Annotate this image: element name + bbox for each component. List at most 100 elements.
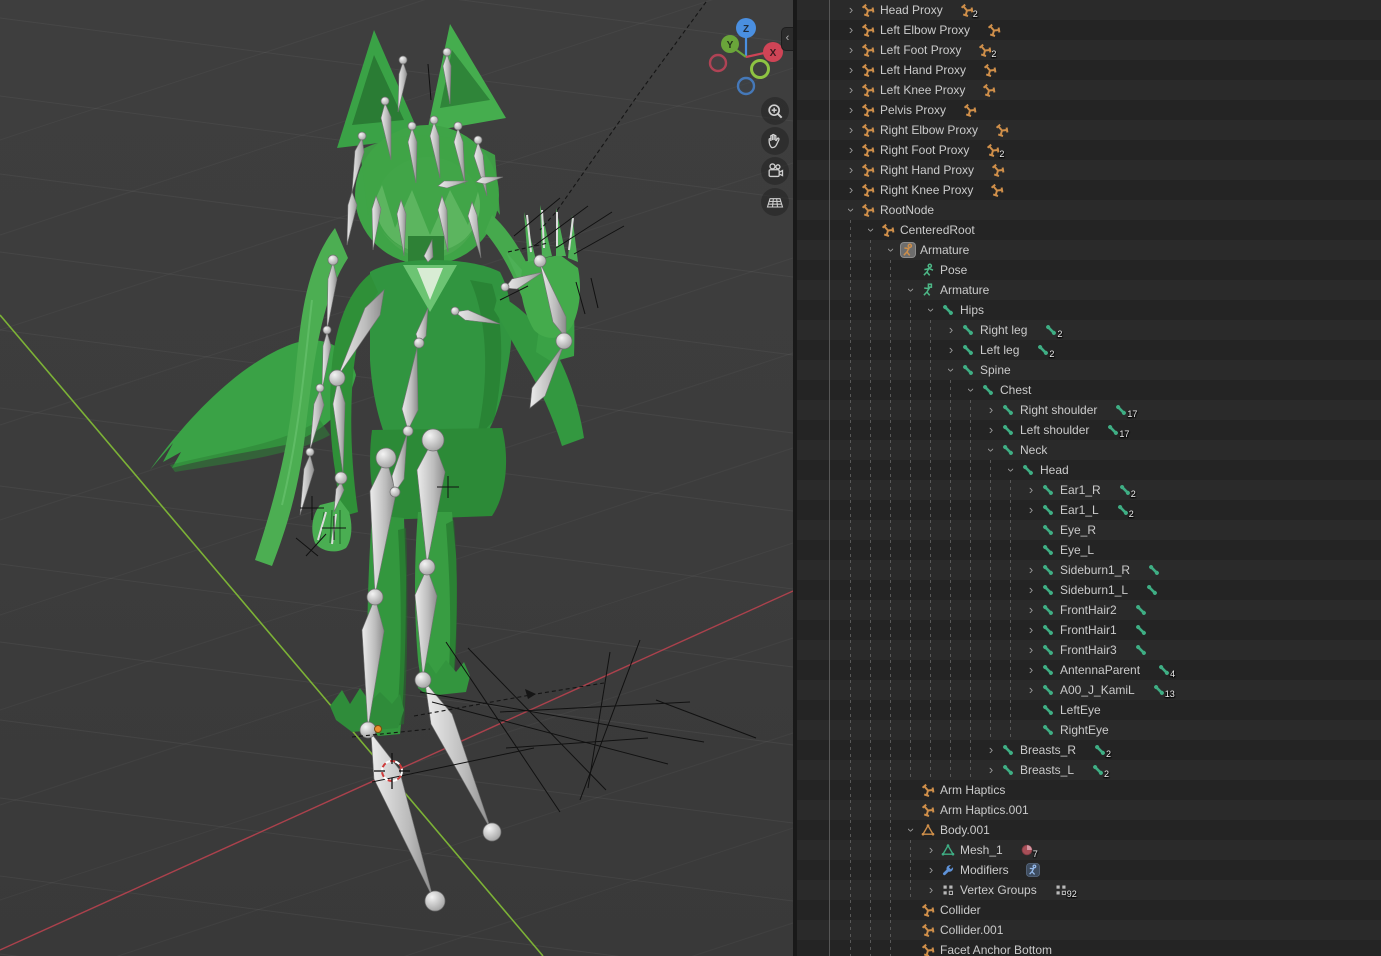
outliner-row[interactable]: › AntennaParent 4 (797, 660, 1381, 680)
expand-chevron[interactable]: › (843, 162, 859, 178)
outliner-row[interactable]: › Hips (797, 300, 1381, 320)
outliner-item-label[interactable]: Breasts_R (1020, 743, 1076, 757)
outliner-row[interactable]: Pose (797, 260, 1381, 280)
outliner-row[interactable]: › Breasts_L 2 (797, 760, 1381, 780)
outliner-item-label[interactable]: A00_J_KamiL (1060, 683, 1135, 697)
outliner-row[interactable]: › Head Proxy 2 (797, 0, 1381, 20)
outliner-row[interactable]: Facet Anchor Bottom (797, 940, 1381, 956)
expand-chevron[interactable]: › (923, 302, 939, 318)
pan-button[interactable] (761, 127, 789, 155)
expand-chevron[interactable]: › (943, 342, 959, 358)
outliner-row[interactable]: › Mesh_1 7 (797, 840, 1381, 860)
expand-chevron[interactable]: › (923, 842, 939, 858)
expand-chevron[interactable]: › (943, 322, 959, 338)
outliner-item-label[interactable]: Left shoulder (1020, 423, 1089, 437)
outliner-item-label[interactable]: Right leg (980, 323, 1027, 337)
outliner-item-label[interactable]: Ear1_R (1060, 483, 1101, 497)
expand-chevron[interactable]: › (843, 62, 859, 78)
expand-chevron[interactable]: › (883, 242, 899, 258)
outliner-row[interactable]: › A00_J_KamiL 13 (797, 680, 1381, 700)
camera-view-button[interactable] (761, 157, 789, 185)
navigation-gizmo[interactable]: Z Y X (695, 5, 793, 109)
gizmo-axis-z-neg[interactable] (738, 78, 754, 94)
outliner-row[interactable]: › Left Foot Proxy 2 (797, 40, 1381, 60)
outliner-row[interactable]: › Right Knee Proxy (797, 180, 1381, 200)
outliner-item-label[interactable]: Right Hand Proxy (880, 163, 974, 177)
outliner-row[interactable]: › Left leg 2 (797, 340, 1381, 360)
outliner-row[interactable]: › Body.001 (797, 820, 1381, 840)
expand-chevron[interactable]: › (863, 222, 879, 238)
outliner-item-label[interactable]: Pose (940, 263, 967, 277)
outliner-item-label[interactable]: AntennaParent (1060, 663, 1140, 677)
outliner-item-label[interactable]: Arm Haptics.001 (940, 803, 1029, 817)
outliner-row[interactable]: › Right leg 2 (797, 320, 1381, 340)
outliner-row[interactable]: › Right Foot Proxy 2 (797, 140, 1381, 160)
outliner-item-label[interactable]: Left Hand Proxy (880, 63, 966, 77)
outliner-row[interactable]: RightEye (797, 720, 1381, 740)
outliner-item-label[interactable]: Arm Haptics (940, 783, 1005, 797)
outliner-row[interactable]: › Chest (797, 380, 1381, 400)
gizmo-axis-x-neg[interactable] (710, 55, 726, 71)
expand-chevron[interactable]: › (843, 142, 859, 158)
outliner-row[interactable]: › Vertex Groups 92 (797, 880, 1381, 900)
expand-chevron[interactable]: › (1023, 602, 1039, 618)
expand-chevron[interactable]: › (1023, 482, 1039, 498)
outliner-row[interactable]: Collider (797, 900, 1381, 920)
outliner-item-label[interactable]: Head Proxy (880, 3, 943, 17)
panel-collapse-arrow[interactable]: ‹ (781, 27, 793, 51)
outliner-item-label[interactable]: CenteredRoot (900, 223, 975, 237)
expand-chevron[interactable]: › (843, 42, 859, 58)
expand-chevron[interactable]: › (903, 822, 919, 838)
expand-chevron[interactable]: › (963, 382, 979, 398)
expand-chevron[interactable]: › (1023, 682, 1039, 698)
outliner-item-label[interactable]: Left leg (980, 343, 1019, 357)
outliner-row[interactable]: › Sideburn1_R (797, 560, 1381, 580)
outliner-item-label[interactable]: Chest (1000, 383, 1031, 397)
outliner-item-label[interactable]: Breasts_L (1020, 763, 1074, 777)
outliner-row[interactable]: Arm Haptics.001 (797, 800, 1381, 820)
outliner-item-label[interactable]: Neck (1020, 443, 1047, 457)
outliner-item-label[interactable]: Body.001 (940, 823, 990, 837)
expand-chevron[interactable]: › (1023, 562, 1039, 578)
outliner-item-label[interactable]: FrontHair3 (1060, 643, 1117, 657)
expand-chevron[interactable]: › (843, 202, 859, 218)
expand-chevron[interactable]: › (843, 102, 859, 118)
outliner-item-label[interactable]: Right Foot Proxy (880, 143, 969, 157)
outliner-row[interactable]: › Right Hand Proxy (797, 160, 1381, 180)
outliner-row[interactable]: Arm Haptics (797, 780, 1381, 800)
outliner-item-label[interactable]: Left Knee Proxy (880, 83, 965, 97)
zoom-button[interactable] (761, 97, 789, 125)
expand-chevron[interactable]: › (843, 2, 859, 18)
expand-chevron[interactable]: › (983, 442, 999, 458)
expand-chevron[interactable]: › (983, 742, 999, 758)
outliner-item-label[interactable]: Spine (980, 363, 1011, 377)
expand-chevron[interactable]: › (983, 422, 999, 438)
expand-chevron[interactable]: › (923, 862, 939, 878)
outliner-item-label[interactable]: Right shoulder (1020, 403, 1097, 417)
expand-chevron[interactable]: › (1023, 502, 1039, 518)
outliner-item-label[interactable]: Vertex Groups (960, 883, 1037, 897)
outliner-item-label[interactable]: FrontHair1 (1060, 623, 1117, 637)
outliner-row[interactable]: › FrontHair2 (797, 600, 1381, 620)
expand-chevron[interactable]: › (1023, 582, 1039, 598)
outliner-row[interactable]: Eye_L (797, 540, 1381, 560)
outliner-item-label[interactable]: Right Knee Proxy (880, 183, 973, 197)
outliner-item-label[interactable]: Armature (940, 283, 989, 297)
outliner-item-label[interactable]: RightEye (1060, 723, 1109, 737)
outliner-row[interactable]: › FrontHair3 (797, 640, 1381, 660)
expand-chevron[interactable]: › (903, 282, 919, 298)
outliner-item-label[interactable]: Sideburn1_L (1060, 583, 1128, 597)
outliner-item-label[interactable]: Left Elbow Proxy (880, 23, 970, 37)
expand-chevron[interactable]: › (1023, 642, 1039, 658)
outliner-row[interactable]: › Spine (797, 360, 1381, 380)
outliner-item-label[interactable]: Modifiers (960, 863, 1009, 877)
outliner-row[interactable]: › Modifiers (797, 860, 1381, 880)
outliner-item-label[interactable]: Eye_R (1060, 523, 1096, 537)
outliner-row[interactable]: › Left Hand Proxy (797, 60, 1381, 80)
outliner-row[interactable]: › Breasts_R 2 (797, 740, 1381, 760)
expand-chevron[interactable]: › (923, 882, 939, 898)
outliner-row[interactable]: › FrontHair1 (797, 620, 1381, 640)
outliner-row[interactable]: Collider.001 (797, 920, 1381, 940)
outliner-row[interactable]: Eye_R (797, 520, 1381, 540)
expand-chevron[interactable]: › (843, 82, 859, 98)
